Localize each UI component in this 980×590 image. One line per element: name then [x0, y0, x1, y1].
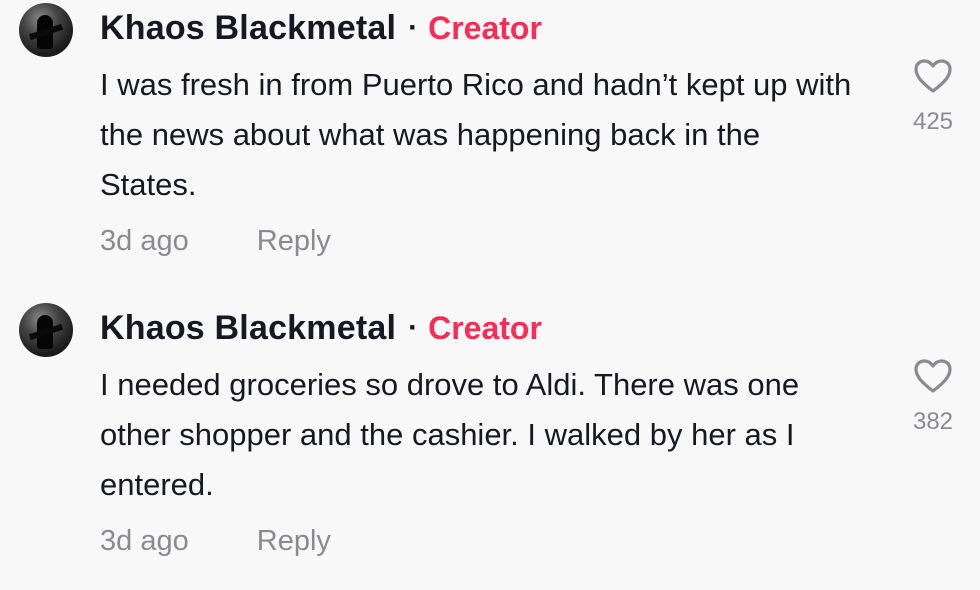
comment-text: I needed groceries so drove to Aldi. The… [100, 367, 800, 502]
avatar[interactable] [19, 3, 73, 57]
timestamp: 3d ago [100, 525, 189, 557]
comment-item: Khaos Blackmetal · Creator I was fresh i… [0, 0, 980, 290]
like-button[interactable]: 382 [900, 358, 966, 436]
separator-dot: · [408, 11, 419, 44]
reply-button[interactable]: Reply [257, 525, 331, 557]
creator-badge: Creator [428, 9, 542, 46]
like-button[interactable]: 425 [900, 58, 966, 136]
like-count: 382 [912, 408, 954, 435]
reply-button[interactable]: Reply [257, 225, 331, 257]
username[interactable]: Khaos Blackmetal [100, 9, 396, 48]
like-count: 425 [912, 108, 954, 135]
heart-outline-icon[interactable] [913, 58, 953, 94]
comment-item: Khaos Blackmetal · Creator I needed groc… [0, 300, 980, 590]
avatar[interactable] [19, 303, 73, 357]
creator-badge: Creator [428, 309, 542, 346]
comment-header: Khaos Blackmetal · Creator [100, 6, 542, 50]
comment-meta: 3d ago Reply [100, 525, 331, 558]
timestamp: 3d ago [100, 225, 189, 257]
separator-dot: · [408, 311, 419, 344]
username[interactable]: Khaos Blackmetal [100, 309, 396, 348]
comment-meta: 3d ago Reply [100, 225, 331, 258]
heart-outline-icon[interactable] [913, 358, 953, 394]
comment-text: I was fresh in from Puerto Rico and hadn… [100, 67, 852, 202]
comment-header: Khaos Blackmetal · Creator [100, 306, 542, 350]
